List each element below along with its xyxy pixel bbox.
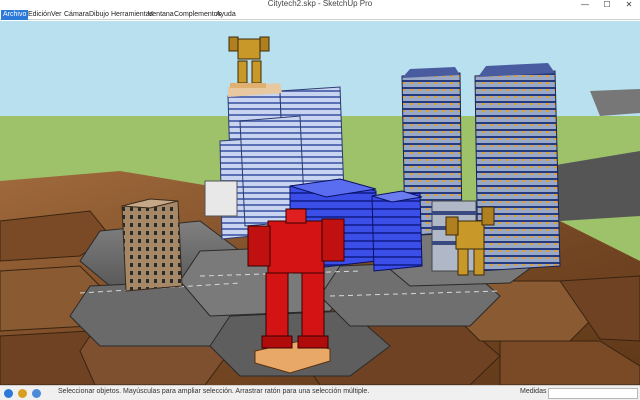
status-message: Seleccionar objetos. Mayúsculas para amp… (58, 388, 370, 395)
status-bar: Seleccionar objetos. Mayúsculas para amp… (0, 385, 640, 400)
menu-bar: Archivo Edición Ver Cámara Dibujo Herram… (0, 10, 640, 20)
menu-ayuda[interactable]: Ayuda (214, 10, 238, 20)
window-title: Citytech2.skp - SketchUp Pro (267, 0, 373, 8)
user-icon[interactable] (18, 389, 27, 398)
menu-archivo[interactable]: Archivo (1, 10, 29, 20)
model-viewport[interactable] (0, 21, 640, 385)
tower-right-tall (474, 63, 561, 272)
building-brick (121, 198, 183, 292)
minimize-button[interactable]: — (574, 0, 596, 10)
help-icon[interactable] (32, 389, 41, 398)
maximize-button[interactable]: ☐ (596, 0, 618, 10)
building-blue-small (371, 190, 423, 272)
measure-input[interactable] (548, 388, 638, 399)
title-bar: Citytech2.skp - SketchUp Pro — ☐ ✕ (0, 0, 640, 10)
menu-dibujo[interactable]: Dibujo (87, 10, 111, 20)
scene-canvas (0, 21, 640, 385)
measure-label: Medidas (520, 388, 547, 395)
info-icon[interactable] (4, 389, 13, 398)
close-button[interactable]: ✕ (618, 0, 640, 10)
